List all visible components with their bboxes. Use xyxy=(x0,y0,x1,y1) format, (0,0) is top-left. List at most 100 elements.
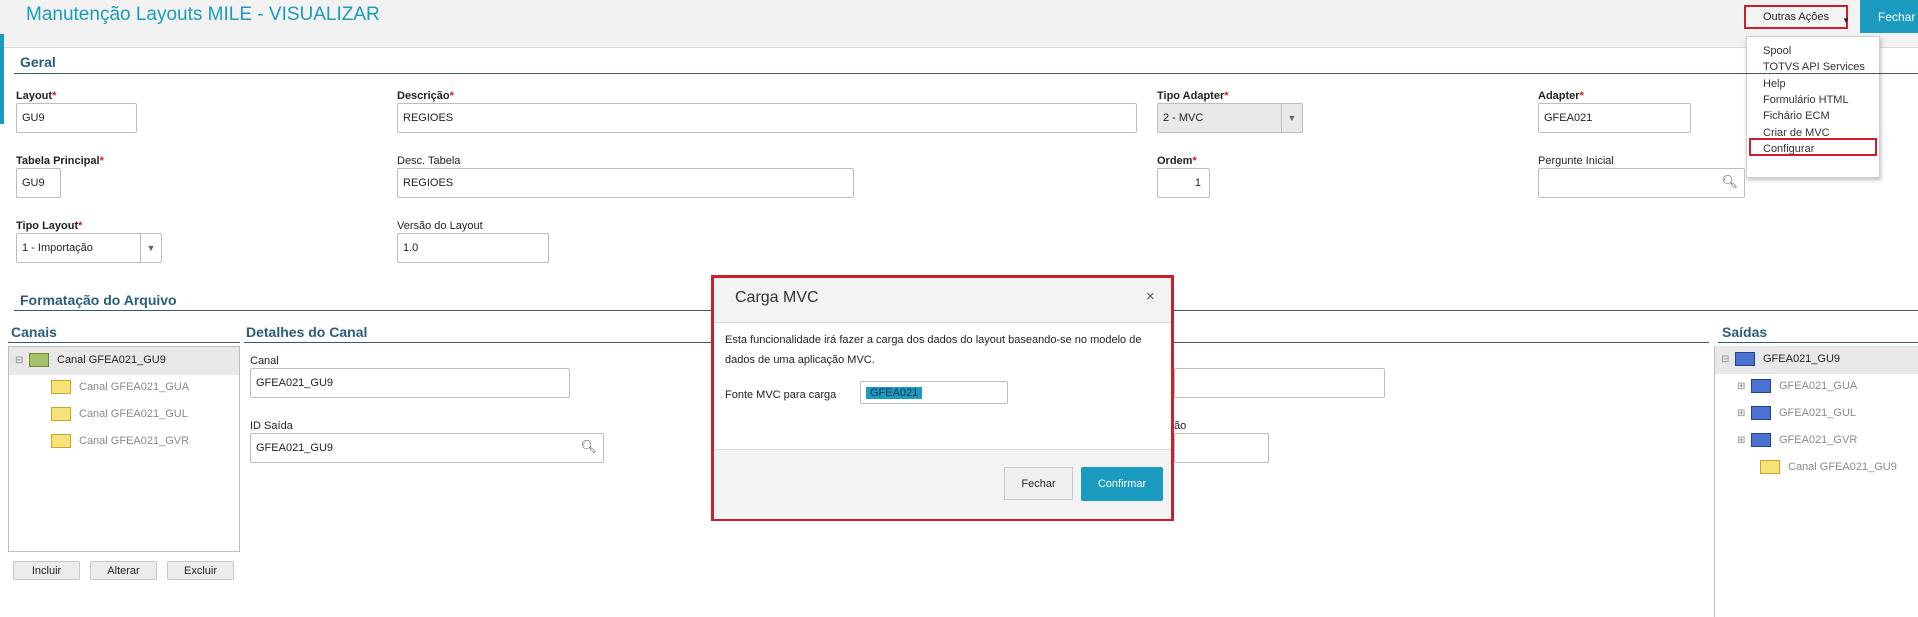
folder-icon xyxy=(1751,433,1771,447)
section-geral-title: Geral xyxy=(20,54,56,70)
section-formatacao-title: Formatação do Arquivo xyxy=(20,292,177,308)
folder-icon xyxy=(1760,460,1780,474)
menu-item-spool[interactable]: Spool xyxy=(1763,45,1791,57)
tree-node-label: GFEA021_GUL xyxy=(1779,407,1857,419)
menu-item-criar-mvc[interactable]: Criar de MVC xyxy=(1763,127,1830,139)
search-icon[interactable]: 🔍︎ xyxy=(580,439,597,455)
tree-node-label: Canal GFEA021_GU9 xyxy=(57,354,166,366)
tree-node-child[interactable]: Canal GFEA021_GU9 xyxy=(1760,460,1897,474)
incluir-button[interactable]: Incluir xyxy=(13,561,80,580)
page-title: Manutenção Layouts MILE - VISUALIZAR xyxy=(26,4,380,25)
dropdown-arrow-icon: ▼ xyxy=(1281,104,1302,132)
adapter-field[interactable]: GFEA021 xyxy=(1538,103,1691,133)
modal-fechar-button[interactable]: Fechar xyxy=(1004,467,1073,500)
tree-node-child[interactable]: Canal GFEA021_GVR xyxy=(51,434,189,448)
ordem-label: Ordem* xyxy=(1157,155,1197,167)
tipo-layout-value: 1 - Importação xyxy=(22,242,93,254)
partial-label: ão xyxy=(1174,420,1187,432)
saidas-divider xyxy=(1718,342,1918,343)
expander-icon[interactable]: ⊞ xyxy=(1737,435,1745,446)
canais-tree: ⊟ Canal GFEA021_GU9 Canal GFEA021_GUA Ca… xyxy=(8,346,240,552)
folder-icon xyxy=(1751,406,1771,420)
detalhes-field-right-1[interactable] xyxy=(1174,368,1385,398)
detalhes-field-right-2[interactable] xyxy=(1174,433,1269,463)
tipo-layout-label: Tipo Layout* xyxy=(16,220,83,232)
tree-node-label: Canal GFEA021_GUL xyxy=(79,408,188,420)
id-saida-field[interactable]: GFEA021_GU9 🔍︎ xyxy=(250,433,604,463)
modal-description: Esta funcionalidade irá fazer a carga do… xyxy=(725,334,1142,366)
tree-node-child[interactable]: Canal GFEA021_GUL xyxy=(51,407,188,421)
tree-node-child[interactable]: ⊞ GFEA021_GVR xyxy=(1737,433,1857,447)
left-accent-bar xyxy=(0,34,4,124)
versao-layout-field[interactable]: 1.0 xyxy=(397,233,549,263)
expander-icon[interactable]: ⊟ xyxy=(15,355,23,366)
folder-icon xyxy=(1751,379,1771,393)
outras-acoes-menu: Spool TOTVS API Services Help Formulário… xyxy=(1746,36,1880,178)
tree-node-label: Canal GFEA021_GU9 xyxy=(1788,461,1897,473)
saidas-tree: ⊟ GFEA021_GU9 ⊞ GFEA021_GUA ⊞ GFEA021_GU… xyxy=(1714,346,1918,617)
descricao-field[interactable]: REGIOES xyxy=(397,103,1137,133)
folder-icon xyxy=(51,407,71,421)
detalhes-canal-title: Detalhes do Canal xyxy=(246,324,368,340)
alterar-button[interactable]: Alterar xyxy=(90,561,157,580)
outras-acoes-button[interactable]: Outras Ações ▼ xyxy=(1744,5,1850,29)
canal-label: Canal xyxy=(250,355,279,367)
expander-icon[interactable]: ⊞ xyxy=(1737,408,1745,419)
menu-item-configurar[interactable]: Configurar xyxy=(1763,143,1814,155)
expander-icon[interactable]: ⊟ xyxy=(1721,354,1729,365)
tipo-layout-select[interactable]: 1 - Importação ▼ xyxy=(16,233,162,263)
excluir-button[interactable]: Excluir xyxy=(167,561,234,580)
fonte-mvc-value: GFEA021 xyxy=(866,386,923,399)
fechar-button[interactable]: Fechar xyxy=(1860,0,1918,33)
folder-icon xyxy=(29,353,49,367)
adapter-label: Adapter* xyxy=(1538,90,1584,102)
expander-icon[interactable]: ⊞ xyxy=(1737,381,1745,392)
confirmar-button[interactable]: Confirmar xyxy=(1081,467,1163,501)
tipo-adapter-label: Tipo Adapter* xyxy=(1157,90,1229,102)
layout-label: Layout* xyxy=(16,90,57,102)
carga-mvc-modal: Carga MVC × Esta funcionalidade irá faze… xyxy=(711,275,1174,521)
tree-node-root[interactable]: ⊟ GFEA021_GU9 xyxy=(1721,352,1840,366)
tipo-adapter-value: 2 - MVC xyxy=(1163,112,1204,124)
pergunte-inicial-field[interactable]: 🔍︎ xyxy=(1538,168,1745,198)
menu-item-fichario-ecm[interactable]: Fichário ECM xyxy=(1763,110,1830,122)
tree-node-label: Canal GFEA021_GUA xyxy=(79,381,190,393)
desc-tabela-label: Desc. Tabela xyxy=(397,155,461,167)
tipo-adapter-select[interactable]: 2 - MVC ▼ xyxy=(1157,103,1303,133)
tree-node-label: GFEA021_GU9 xyxy=(1763,353,1841,365)
desc-tabela-field[interactable]: REGIOES xyxy=(397,168,854,198)
close-icon[interactable]: × xyxy=(1146,288,1155,305)
menu-item-formulario-html[interactable]: Formulário HTML xyxy=(1763,94,1849,106)
menu-item-help[interactable]: Help xyxy=(1763,78,1786,90)
tabela-principal-field[interactable]: GU9 xyxy=(16,168,61,198)
pergunte-inicial-label: Pergunte Inicial xyxy=(1538,155,1614,167)
versao-layout-label: Versão do Layout xyxy=(397,220,483,232)
tabela-principal-label: Tabela Principal* xyxy=(16,155,104,167)
ordem-field[interactable]: 1 xyxy=(1157,168,1210,198)
dropdown-arrow-icon: ▼ xyxy=(140,234,161,262)
tree-node-child[interactable]: ⊞ GFEA021_GUL xyxy=(1737,406,1856,420)
tree-node-child[interactable]: Canal GFEA021_GUA xyxy=(51,380,189,394)
detalhes-divider-right xyxy=(1174,342,1709,343)
saidas-title: Saídas xyxy=(1722,324,1768,340)
section-geral-divider xyxy=(14,73,1918,74)
tree-node-label: GFEA021_GVR xyxy=(1779,434,1858,446)
canais-title: Canais xyxy=(11,324,57,340)
id-saida-label: ID Saída xyxy=(250,420,293,432)
layout-field[interactable]: GU9 xyxy=(16,103,137,133)
chevron-down-icon: ▼ xyxy=(1842,16,1850,25)
folder-icon xyxy=(51,380,71,394)
fonte-mvc-label: Fonte MVC para carga xyxy=(725,389,837,401)
folder-icon xyxy=(51,434,71,448)
fonte-mvc-field[interactable]: GFEA021 xyxy=(860,381,1008,404)
tree-node-root[interactable]: ⊟ Canal GFEA021_GU9 xyxy=(15,353,166,367)
tree-node-label: Canal GFEA021_GVR xyxy=(79,435,190,447)
tree-node-child[interactable]: ⊞ GFEA021_GUA xyxy=(1737,379,1857,393)
menu-item-totvs-api[interactable]: TOTVS API Services xyxy=(1763,61,1865,73)
search-icon[interactable]: 🔍︎ xyxy=(1721,174,1738,190)
folder-icon xyxy=(1735,352,1755,366)
modal-title: Carga MVC xyxy=(735,289,819,306)
canais-divider xyxy=(8,342,240,343)
canal-field[interactable]: GFEA021_GU9 xyxy=(250,368,570,398)
descricao-label: Descrição* xyxy=(397,90,454,102)
